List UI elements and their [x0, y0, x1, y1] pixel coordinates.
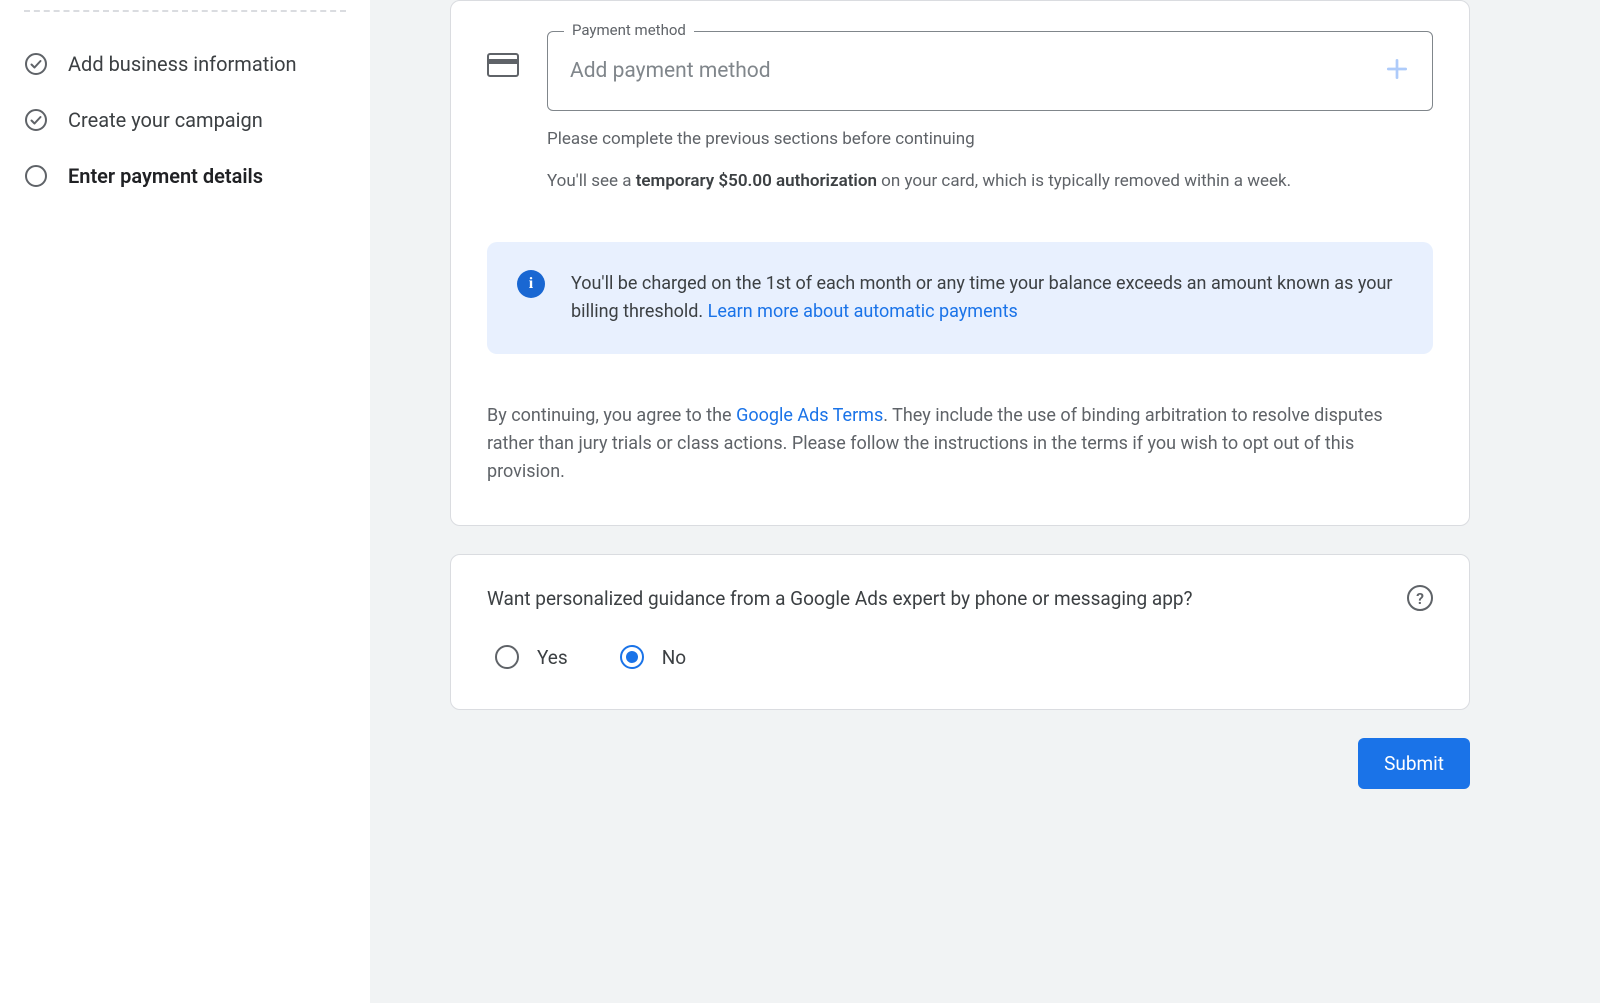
terms-text: By continuing, you agree to the Google A… — [487, 402, 1433, 486]
check-circle-icon — [24, 52, 48, 76]
billing-info-banner: i You'll be charged on the 1st of each m… — [487, 242, 1433, 354]
guidance-question: Want personalized guidance from a Google… — [487, 587, 1193, 610]
payment-method-placeholder: Add payment method — [570, 59, 771, 83]
step-business-info[interactable]: Add business information — [24, 36, 346, 92]
step-create-campaign[interactable]: Create your campaign — [24, 92, 346, 148]
sidebar-divider — [24, 10, 346, 12]
radio-yes-label: Yes — [537, 646, 568, 669]
credit-card-icon — [487, 53, 519, 77]
plus-icon — [1384, 56, 1410, 86]
info-icon: i — [517, 270, 545, 298]
check-circle-icon — [24, 108, 48, 132]
payment-method-legend: Payment method — [564, 21, 694, 39]
helper-authorization: You'll see a temporary $50.00 authorizat… — [547, 169, 1433, 195]
google-ads-terms-link[interactable]: Google Ads Terms — [736, 405, 883, 426]
help-icon[interactable]: ? — [1407, 585, 1433, 611]
billing-info-text: You'll be charged on the 1st of each mon… — [571, 270, 1403, 326]
payment-card: Payment method Add payment method Please… — [450, 0, 1470, 526]
step-label: Enter payment details — [68, 164, 263, 188]
learn-more-link[interactable]: Learn more about automatic payments — [708, 301, 1018, 322]
payment-method-field[interactable]: Payment method Add payment method — [547, 31, 1433, 111]
submit-button[interactable]: Submit — [1358, 738, 1470, 789]
step-label: Create your campaign — [68, 108, 263, 132]
submit-row: Submit — [450, 738, 1470, 789]
main-content: Payment method Add payment method Please… — [370, 0, 1600, 1003]
radio-checked-icon — [620, 645, 644, 669]
step-label: Add business information — [68, 52, 297, 76]
step-payment-details[interactable]: Enter payment details — [24, 148, 346, 204]
empty-circle-icon — [24, 164, 48, 188]
radio-no-label: No — [662, 646, 686, 669]
guidance-radio-group: Yes No — [487, 645, 1433, 669]
radio-unchecked-icon — [495, 645, 519, 669]
helper-complete-sections: Please complete the previous sections be… — [547, 127, 1433, 153]
radio-yes[interactable]: Yes — [495, 645, 568, 669]
guidance-card: Want personalized guidance from a Google… — [450, 554, 1470, 710]
radio-no[interactable]: No — [620, 645, 686, 669]
progress-sidebar: Add business information Create your cam… — [0, 0, 370, 1003]
